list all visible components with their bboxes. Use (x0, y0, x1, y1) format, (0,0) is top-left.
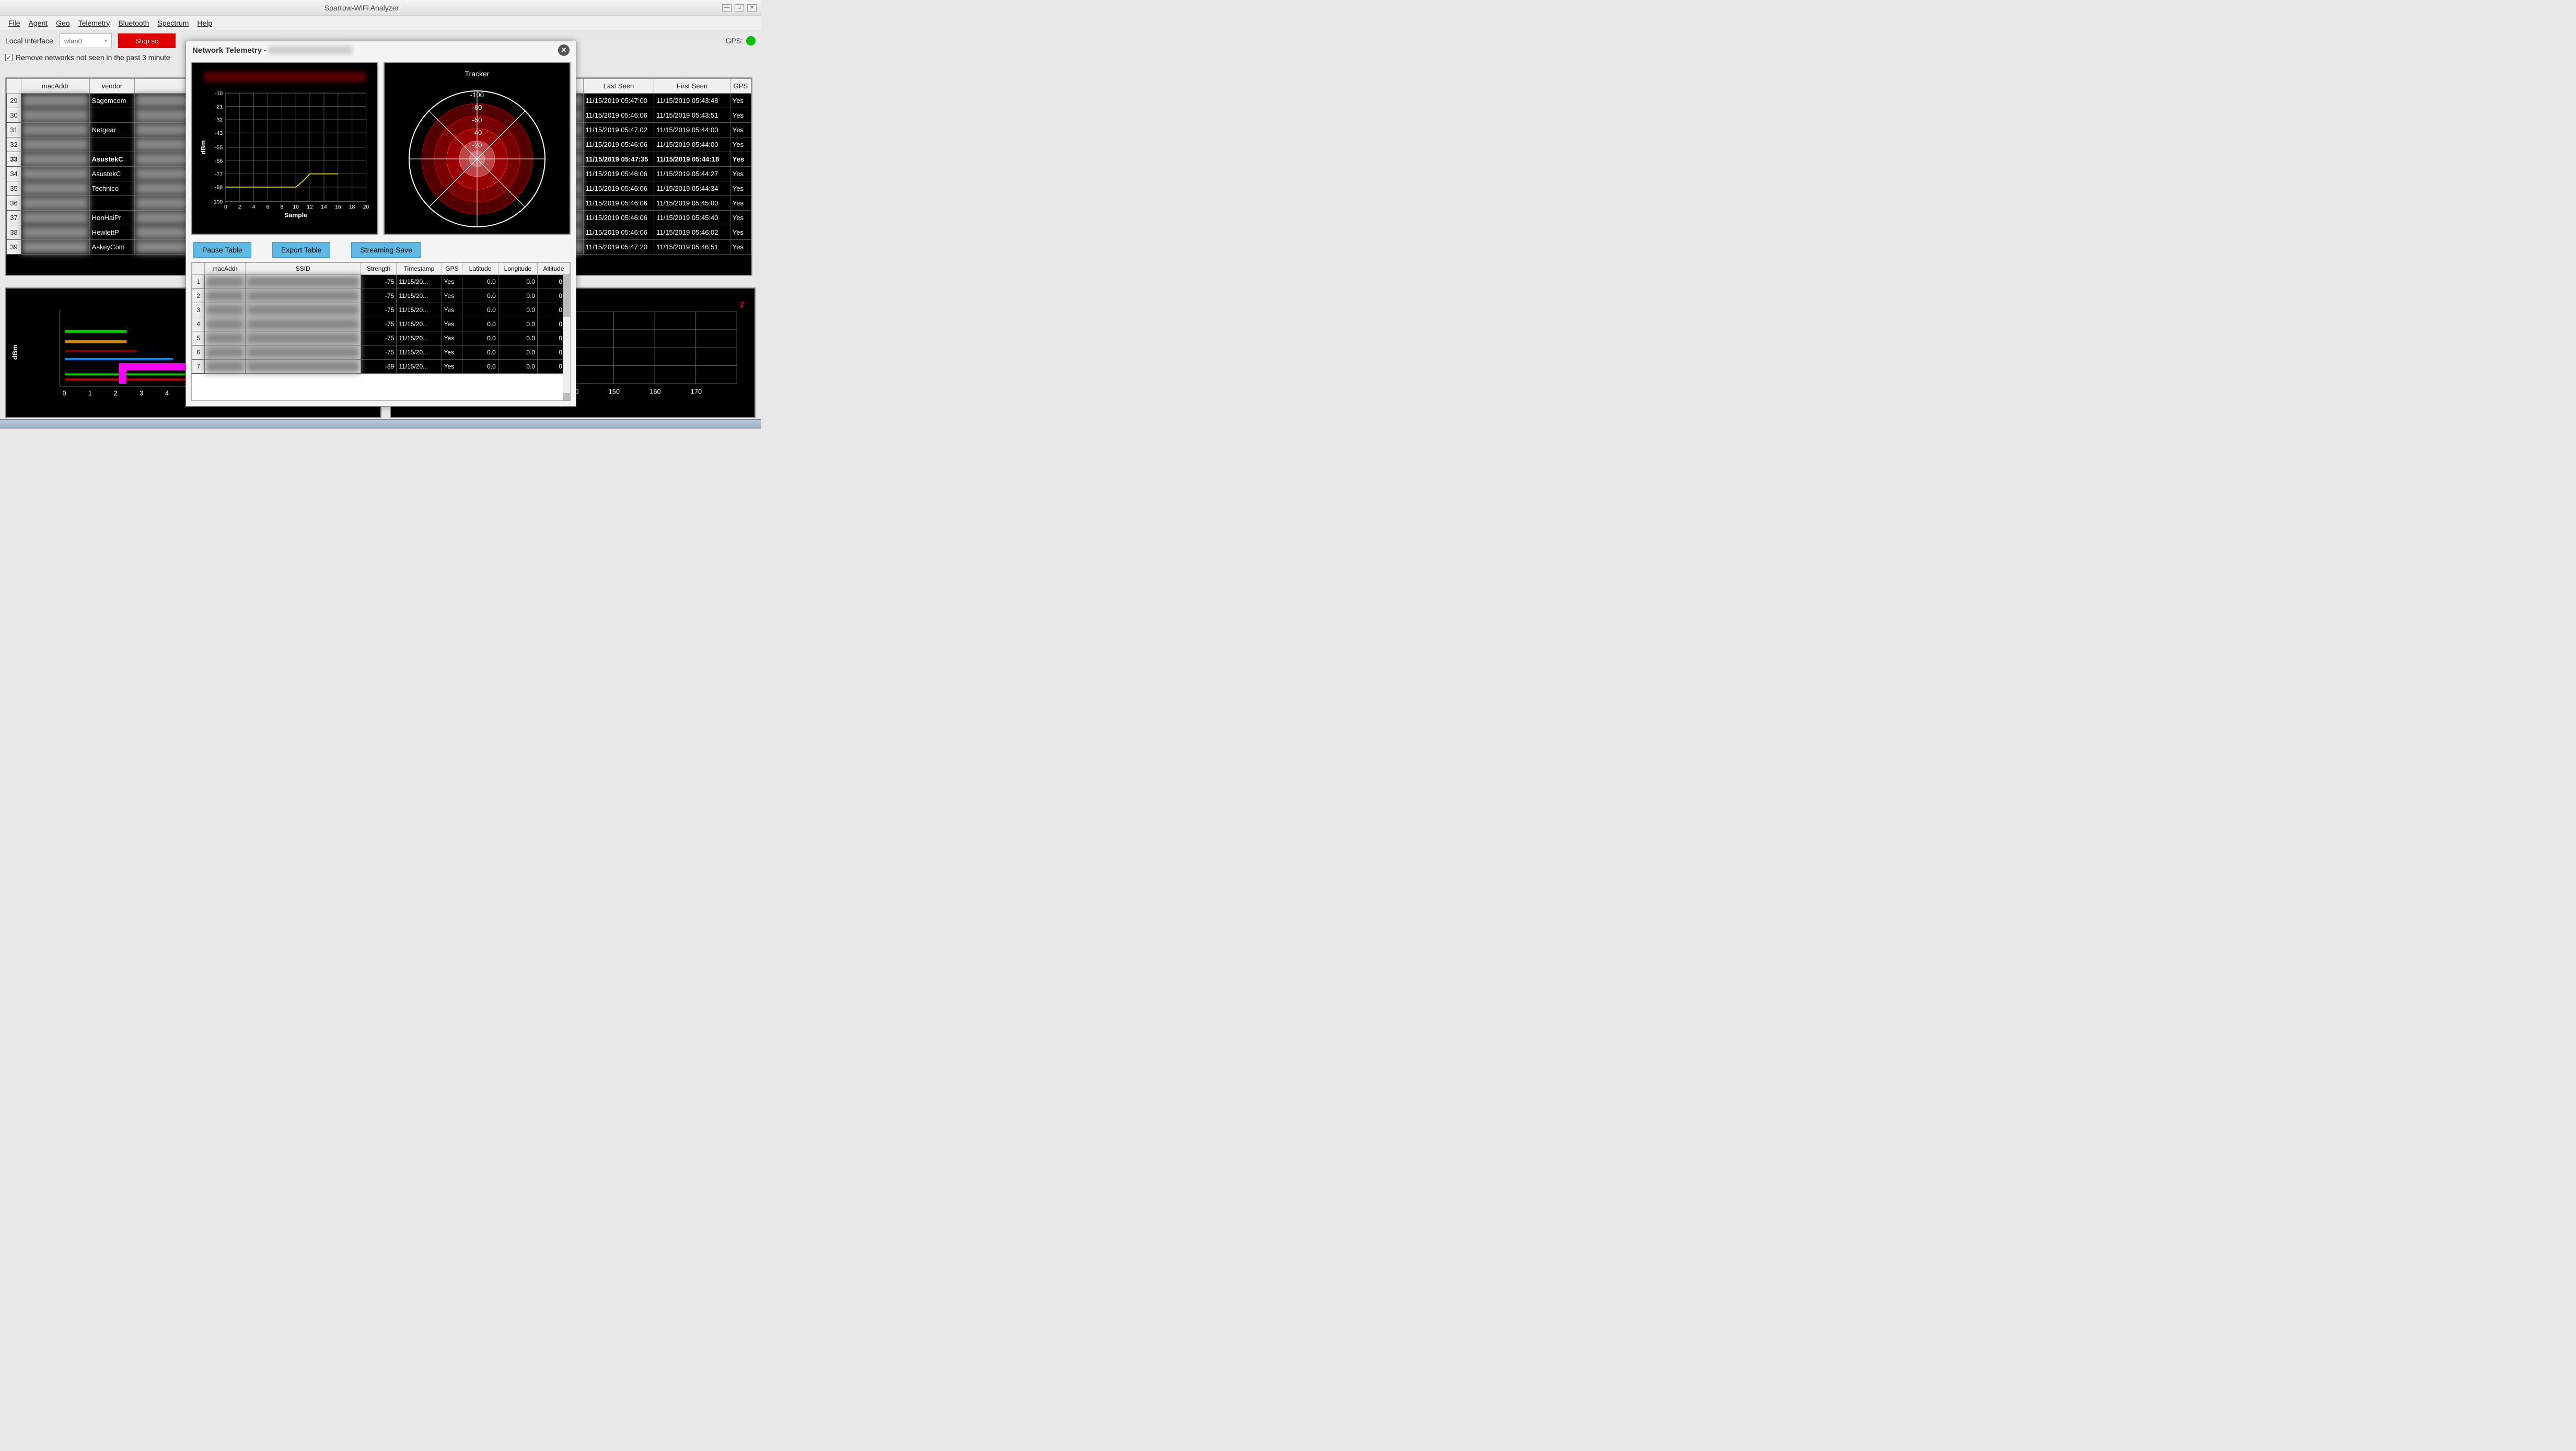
menu-spectrum[interactable]: Spectrum (153, 17, 193, 29)
window-titlebar: Sparrow-WiFi Analyzer — □ ✕ (0, 0, 761, 16)
svg-text:20: 20 (363, 204, 369, 210)
tcol-lon[interactable]: Longitude (498, 263, 537, 275)
svg-text:-100: -100 (212, 199, 223, 205)
svg-text:Sample: Sample (284, 212, 307, 219)
streaming-save-button[interactable]: Streaming Save (351, 242, 421, 258)
col-firstseen[interactable]: First Seen (654, 79, 730, 94)
col-macaddr[interactable]: macAddr (21, 79, 90, 94)
menu-telemetry[interactable]: Telemetry (74, 17, 114, 29)
svg-text:-55: -55 (215, 145, 223, 151)
tracker-title: Tracker (391, 70, 563, 78)
svg-text:150: 150 (609, 388, 620, 396)
tcol-lat[interactable]: Latitude (462, 263, 498, 275)
svg-text:3: 3 (140, 389, 143, 397)
svg-text:12: 12 (307, 204, 313, 210)
minimize-button[interactable]: — (722, 4, 732, 11)
redacted-chart-title (204, 72, 366, 82)
window-title: Sparrow-WiFi Analyzer (4, 4, 719, 12)
gps-status-icon (746, 36, 756, 45)
svg-text:-88: -88 (215, 185, 223, 191)
pause-table-button[interactable]: Pause Table (193, 242, 251, 258)
table-row[interactable]: 2 -7511/15/20... Yes0.00.00.0 (192, 289, 570, 303)
export-table-button[interactable]: Export Table (272, 242, 331, 258)
menu-help[interactable]: Help (193, 17, 216, 29)
tcol-ssid[interactable]: SSID (245, 263, 361, 275)
table-row[interactable]: 3 -7511/15/20... Yes0.00.00.0 (192, 303, 570, 317)
svg-text:160: 160 (649, 388, 660, 396)
table-row[interactable]: 5 -7511/15/20... Yes0.00.00.0 (192, 331, 570, 346)
tcol-gps[interactable]: GPS (442, 263, 462, 275)
statusbar (0, 419, 761, 429)
gps-label: GPS: (726, 37, 743, 45)
svg-text:4: 4 (165, 389, 169, 397)
remove-old-networks-checkbox[interactable]: ✓ (5, 54, 13, 61)
svg-text:-20: -20 (472, 141, 482, 149)
svg-text:16: 16 (335, 204, 341, 210)
redacted-ssid (269, 46, 352, 54)
menu-file[interactable]: File (4, 17, 25, 29)
dialog-titlebar[interactable]: Network Telemetry - ✕ (186, 41, 576, 59)
stop-scan-button[interactable]: Stop sc (118, 33, 176, 48)
tcol-mac[interactable]: macAddr (205, 263, 245, 275)
table-row[interactable]: 7 -8911/15/20... Yes0.00.00.0 (192, 360, 570, 374)
svg-text:-80: -80 (472, 103, 482, 111)
menu-bluetooth[interactable]: Bluetooth (114, 17, 153, 29)
col-gps[interactable]: GPS (730, 79, 751, 94)
svg-text:-40: -40 (472, 129, 482, 136)
svg-text:-43: -43 (215, 131, 223, 136)
table-row[interactable]: 6 -7511/15/20... Yes0.00.00.0 (192, 346, 570, 360)
tcol-strength[interactable]: Strength (361, 263, 397, 275)
band-label-5: z (739, 299, 744, 310)
table-row[interactable]: 1 -7511/15/20... Yes0.00.00.0 (192, 275, 570, 289)
tcol-timestamp[interactable]: Timestamp (397, 263, 442, 275)
scrollbar-thumb[interactable] (563, 275, 570, 317)
menu-geo[interactable]: Geo (52, 17, 74, 29)
svg-text:-66: -66 (215, 158, 223, 164)
svg-text:-32: -32 (215, 118, 223, 123)
interface-select[interactable]: wlan0 (60, 33, 112, 48)
svg-text:-10: -10 (215, 91, 223, 97)
svg-text:18: 18 (349, 204, 355, 210)
svg-text:-60: -60 (472, 116, 482, 124)
svg-text:14: 14 (321, 204, 327, 210)
remove-old-networks-label: Remove networks not seen in the past 3 m… (16, 53, 170, 62)
tracker-radar: Tracker -100 -80 -60 -40 -20 (384, 62, 571, 235)
svg-text:6: 6 (266, 204, 270, 210)
svg-text:-21: -21 (215, 104, 223, 110)
svg-text:-77: -77 (215, 171, 223, 177)
svg-text:0: 0 (63, 389, 66, 397)
svg-text:1: 1 (88, 389, 92, 397)
col-vendor[interactable]: vendor (89, 79, 134, 94)
spectrum-ylabel: dBm (11, 344, 19, 360)
svg-text:170: 170 (691, 388, 702, 396)
svg-text:10: 10 (293, 204, 299, 210)
maximize-button[interactable]: □ (735, 4, 744, 11)
svg-text:2: 2 (114, 389, 118, 397)
svg-text:-100: -100 (470, 91, 484, 99)
local-interface-label: Local Interface (5, 37, 53, 45)
signal-history-chart: -10 -21 -32 -43 -55 -66 -77 -88 -1000 2 4 6 8 10 12 14 1… (191, 62, 378, 235)
dialog-close-button[interactable]: ✕ (558, 44, 570, 56)
svg-text:0: 0 (224, 204, 227, 210)
col-lastseen[interactable]: Last Seen (583, 79, 654, 94)
telemetry-table[interactable]: macAddr SSID Strength Timestamp GPS Lati… (191, 262, 571, 401)
dialog-title: Network Telemetry - (192, 46, 266, 55)
close-button[interactable]: ✕ (747, 4, 757, 11)
tcol-alt[interactable]: Altitude (538, 263, 570, 275)
menu-agent[interactable]: Agent (25, 17, 52, 29)
scrollbar-down[interactable] (563, 393, 570, 400)
network-telemetry-dialog: Network Telemetry - ✕ -10 -21 -32 -43 -55 -66… (185, 41, 576, 407)
svg-text:8: 8 (280, 204, 283, 210)
svg-text:dBm: dBm (200, 140, 207, 154)
menubar: File Agent Geo Telemetry Bluetooth Spect… (0, 16, 761, 30)
svg-text:2: 2 (238, 204, 241, 210)
table-row[interactable]: 4 -7511/15/20... Yes0.00.00.0 (192, 317, 570, 331)
svg-text:4: 4 (252, 204, 256, 210)
telemetry-scrollbar[interactable] (563, 275, 570, 400)
